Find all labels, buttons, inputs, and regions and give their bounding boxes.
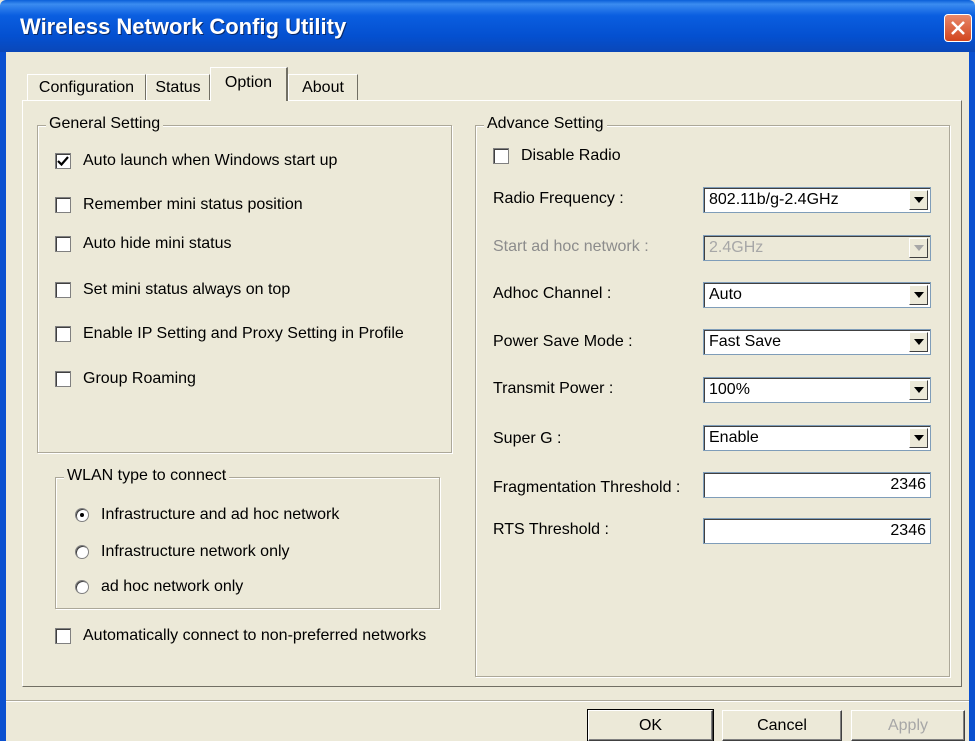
auto-connect-label: Automatically connect to non-preferred n… <box>83 627 427 644</box>
checkbox-box[interactable] <box>55 628 71 644</box>
chevron-down-icon <box>914 435 924 441</box>
tab-about[interactable]: About <box>288 74 358 101</box>
close-icon <box>951 21 965 35</box>
radio-frequency-value: 802.11b/g-2.4GHz <box>709 191 839 208</box>
infra-adhoc-radio[interactable]: Infrastructure and ad hoc network <box>75 504 339 526</box>
group-roaming-checkbox[interactable]: Group Roaming <box>55 368 196 390</box>
adhoc-channel-label: Adhoc Channel : <box>493 285 612 302</box>
rts-threshold-label: RTS Threshold : <box>493 521 609 538</box>
group-roaming-label: Group Roaming <box>83 370 196 387</box>
remember-position-label: Remember mini status position <box>83 196 303 213</box>
title-bar[interactable]: Wireless Network Config Utility <box>0 0 975 52</box>
start-adhoc-select[interactable]: 2.4GHz <box>703 235 931 261</box>
disable-radio-checkbox[interactable]: Disable Radio <box>493 145 621 167</box>
window-frame-left <box>0 52 6 741</box>
wlan-type-legend: WLAN type to connect <box>64 467 230 485</box>
remember-position-checkbox[interactable]: Remember mini status position <box>55 194 303 216</box>
advance-setting-legend: Advance Setting <box>484 115 607 133</box>
auto-launch-checkbox[interactable]: Auto launch when Windows start up <box>55 150 337 172</box>
infra-adhoc-label: Infrastructure and ad hoc network <box>101 506 340 523</box>
apply-button[interactable]: Apply <box>851 710 965 741</box>
chevron-down-icon <box>914 197 924 203</box>
ok-button[interactable]: OK <box>587 709 714 741</box>
power-save-value: Fast Save <box>709 333 782 350</box>
chevron-down-icon <box>914 292 924 298</box>
radio-frequency-label: Radio Frequency : <box>493 190 624 207</box>
start-adhoc-value: 2.4GHz <box>709 239 764 256</box>
radio-dot[interactable] <box>75 508 89 522</box>
super-g-value: Enable <box>709 429 759 446</box>
infra-only-label: Infrastructure network only <box>101 543 290 560</box>
dropdown-arrow[interactable] <box>909 285 928 305</box>
dropdown-arrow[interactable] <box>909 332 928 352</box>
auto-hide-label: Auto hide mini status <box>83 235 232 252</box>
super-g-select[interactable]: Enable <box>703 425 931 451</box>
dropdown-arrow[interactable] <box>909 428 928 448</box>
adhoc-channel-select[interactable]: Auto <box>703 282 931 308</box>
checkbox-box[interactable] <box>55 153 71 169</box>
transmit-power-select[interactable]: 100% <box>703 377 931 403</box>
radio-dot[interactable] <box>75 545 89 559</box>
chevron-down-icon <box>914 245 924 251</box>
checkbox-box[interactable] <box>55 326 71 342</box>
frag-threshold-value: 2346 <box>890 476 926 493</box>
window-title: Wireless Network Config Utility <box>20 14 347 39</box>
checkbox-box[interactable] <box>55 282 71 298</box>
adhoc-only-label: ad hoc network only <box>101 578 244 595</box>
config-utility-window: Wireless Network Config Utility Configur… <box>0 0 975 741</box>
disable-radio-label: Disable Radio <box>521 147 621 164</box>
always-on-top-label: Set mini status always on top <box>83 281 291 298</box>
checkbox-box[interactable] <box>55 371 71 387</box>
cancel-button[interactable]: Cancel <box>722 710 842 741</box>
checkmark-icon <box>57 156 69 167</box>
checkbox-box[interactable] <box>493 148 509 164</box>
always-on-top-checkbox[interactable]: Set mini status always on top <box>55 279 290 301</box>
power-save-label: Power Save Mode : <box>493 333 633 350</box>
tab-configuration[interactable]: Configuration <box>27 74 146 101</box>
frag-threshold-input[interactable]: 2346 <box>703 472 931 498</box>
window-frame-right <box>969 52 975 741</box>
tab-status[interactable]: Status <box>146 74 210 101</box>
transmit-power-value: 100% <box>709 381 750 398</box>
dropdown-arrow[interactable] <box>909 190 928 210</box>
chevron-down-icon <box>914 339 924 345</box>
power-save-select[interactable]: Fast Save <box>703 329 931 355</box>
dropdown-arrow[interactable] <box>909 238 928 258</box>
close-button[interactable] <box>944 14 972 42</box>
adhoc-only-radio[interactable]: ad hoc network only <box>75 576 243 598</box>
general-setting-legend: General Setting <box>46 115 164 133</box>
auto-hide-checkbox[interactable]: Auto hide mini status <box>55 233 232 255</box>
radio-dot[interactable] <box>75 580 89 594</box>
dropdown-arrow[interactable] <box>909 380 928 400</box>
adhoc-channel-value: Auto <box>709 286 742 303</box>
auto-connect-checkbox[interactable]: Automatically connect to non-preferred n… <box>55 625 426 647</box>
start-adhoc-label: Start ad hoc network : <box>493 238 649 255</box>
enable-ip-proxy-checkbox[interactable]: Enable IP Setting and Proxy Setting in P… <box>55 323 404 345</box>
checkbox-box[interactable] <box>55 236 71 252</box>
transmit-power-label: Transmit Power : <box>493 380 614 397</box>
infra-only-radio[interactable]: Infrastructure network only <box>75 541 290 563</box>
tab-option[interactable]: Option <box>210 67 288 101</box>
super-g-label: Super G : <box>493 430 562 447</box>
chevron-down-icon <box>914 387 924 393</box>
footer-separator <box>6 700 969 702</box>
radio-frequency-select[interactable]: 802.11b/g-2.4GHz <box>703 187 931 213</box>
checkbox-box[interactable] <box>55 197 71 213</box>
auto-launch-label: Auto launch when Windows start up <box>83 152 338 169</box>
enable-ip-proxy-label: Enable IP Setting and Proxy Setting in P… <box>83 325 404 342</box>
rts-threshold-input[interactable]: 2346 <box>703 518 931 544</box>
rts-threshold-value: 2346 <box>890 522 926 539</box>
frag-threshold-label: Fragmentation Threshold : <box>493 479 681 496</box>
